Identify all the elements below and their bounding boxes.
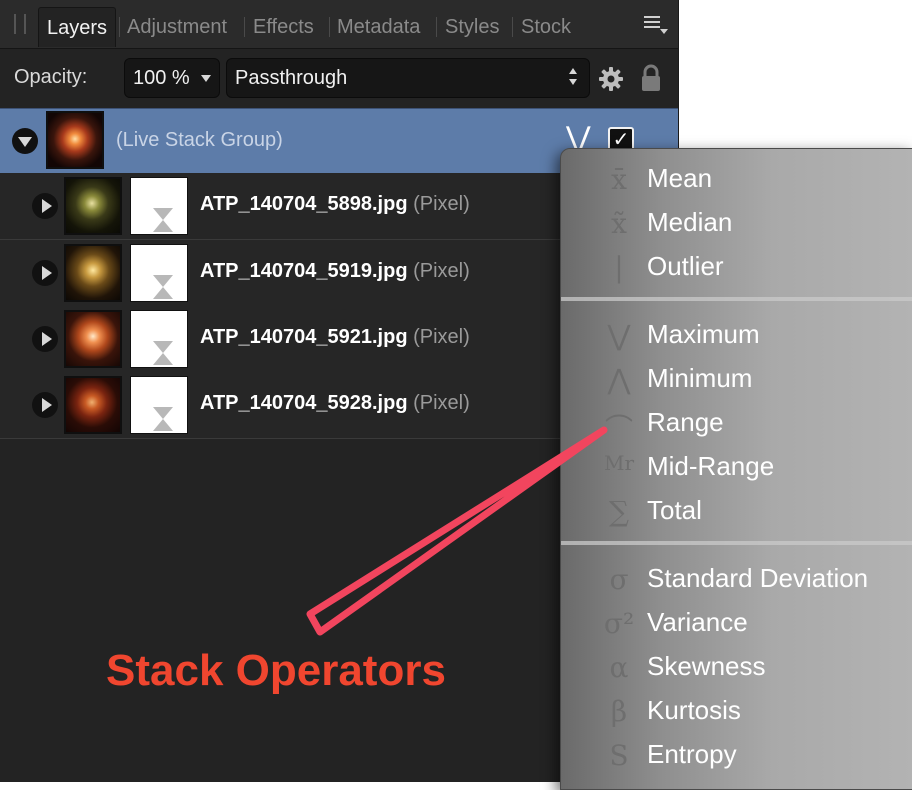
menu-item-outlier[interactable]: Outlier xyxy=(647,251,724,282)
annotation-label: Stack Operators xyxy=(106,646,446,695)
blend-mode-select[interactable]: Passthrough xyxy=(226,58,590,98)
group-label: (Live Stack Group) xyxy=(116,129,283,151)
outlier-icon: | xyxy=(614,251,624,284)
drag-grip-icon[interactable] xyxy=(14,14,26,34)
menu-item-median[interactable]: Median xyxy=(647,207,732,238)
mid-range-icon: Mr xyxy=(603,451,635,475)
menu-item-entropy[interactable]: Entropy xyxy=(647,739,737,770)
expand-toggle-icon[interactable] xyxy=(32,260,58,286)
expand-toggle-icon[interactable] xyxy=(32,392,58,418)
opacity-select[interactable]: 100 % xyxy=(124,58,220,98)
panel-menu-icon[interactable] xyxy=(644,16,668,34)
stack-operator-menu: x̄ Mean x̃ Median | Outlier ⋁ Maximum ⋀ … xyxy=(560,148,912,790)
layer-thumbnail xyxy=(64,244,122,302)
layer-name: ATP_140704_5921.jpg (Pixel) xyxy=(200,326,470,348)
collapse-toggle-icon[interactable] xyxy=(12,128,38,154)
layer-thumbnail xyxy=(64,177,122,235)
blend-mode-value: Passthrough xyxy=(235,67,348,89)
opacity-value: 100 % xyxy=(133,67,190,89)
layer-mask-thumbnail xyxy=(130,177,188,235)
menu-item-standard-deviation[interactable]: Standard Deviation xyxy=(647,563,868,594)
menu-item-mean[interactable]: Mean xyxy=(647,163,712,194)
mean-icon: x̄ xyxy=(611,163,627,196)
layer-thumbnail xyxy=(64,376,122,434)
stepper-arrows-icon xyxy=(569,68,579,88)
chevron-down-icon xyxy=(201,75,211,82)
variance-icon: σ² xyxy=(603,607,635,640)
tab-separator xyxy=(329,17,330,37)
range-icon: ⌒ xyxy=(604,412,633,445)
opacity-label: Opacity: xyxy=(14,66,88,88)
layer-mask-thumbnail xyxy=(130,244,188,302)
menu-item-range[interactable]: Range xyxy=(647,407,724,438)
total-icon: ∑ xyxy=(609,495,629,528)
median-icon: x̃ xyxy=(611,207,627,240)
tab-separator xyxy=(436,17,437,37)
menu-item-total[interactable]: Total xyxy=(647,495,702,526)
layer-name: ATP_140704_5898.jpg (Pixel) xyxy=(200,193,470,215)
panel-tab-bar: Layers Adjustment Effects Metadata Style… xyxy=(0,0,678,49)
minimum-icon: ⋀ xyxy=(607,363,631,396)
kurtosis-icon: β xyxy=(610,695,628,728)
tab-stock[interactable]: Stock xyxy=(521,7,571,47)
layer-mask-thumbnail xyxy=(130,376,188,434)
tab-adjustment[interactable]: Adjustment xyxy=(127,7,227,47)
expand-toggle-icon[interactable] xyxy=(32,326,58,352)
tab-layers[interactable]: Layers xyxy=(38,7,117,47)
group-thumbnail xyxy=(46,111,104,169)
layer-name: ATP_140704_5928.jpg (Pixel) xyxy=(200,392,470,414)
layer-name: ATP_140704_5919.jpg (Pixel) xyxy=(200,260,470,282)
layer-thumbnail xyxy=(64,310,122,368)
tab-separator xyxy=(512,17,513,37)
standard-deviation-icon: σ xyxy=(609,563,629,596)
tab-separator xyxy=(119,17,120,37)
menu-item-variance[interactable]: Variance xyxy=(647,607,748,638)
tab-separator xyxy=(244,17,245,37)
menu-item-maximum[interactable]: Maximum xyxy=(647,319,760,350)
tab-styles[interactable]: Styles xyxy=(445,7,499,47)
expand-toggle-icon[interactable] xyxy=(32,193,58,219)
tab-effects[interactable]: Effects xyxy=(253,7,314,47)
menu-item-kurtosis[interactable]: Kurtosis xyxy=(647,695,741,726)
menu-separator xyxy=(561,541,912,545)
menu-item-skewness[interactable]: Skewness xyxy=(647,651,766,682)
lock-icon[interactable] xyxy=(640,64,662,92)
layer-mask-thumbnail xyxy=(130,310,188,368)
maximum-icon: ⋁ xyxy=(607,319,631,352)
menu-item-mid-range[interactable]: Mid-Range xyxy=(647,451,774,482)
gear-icon[interactable] xyxy=(598,66,624,92)
tab-metadata[interactable]: Metadata xyxy=(337,7,420,47)
skewness-icon: α xyxy=(609,651,629,684)
entropy-icon: S xyxy=(609,739,629,772)
menu-separator xyxy=(561,297,912,301)
menu-item-minimum[interactable]: Minimum xyxy=(647,363,752,394)
